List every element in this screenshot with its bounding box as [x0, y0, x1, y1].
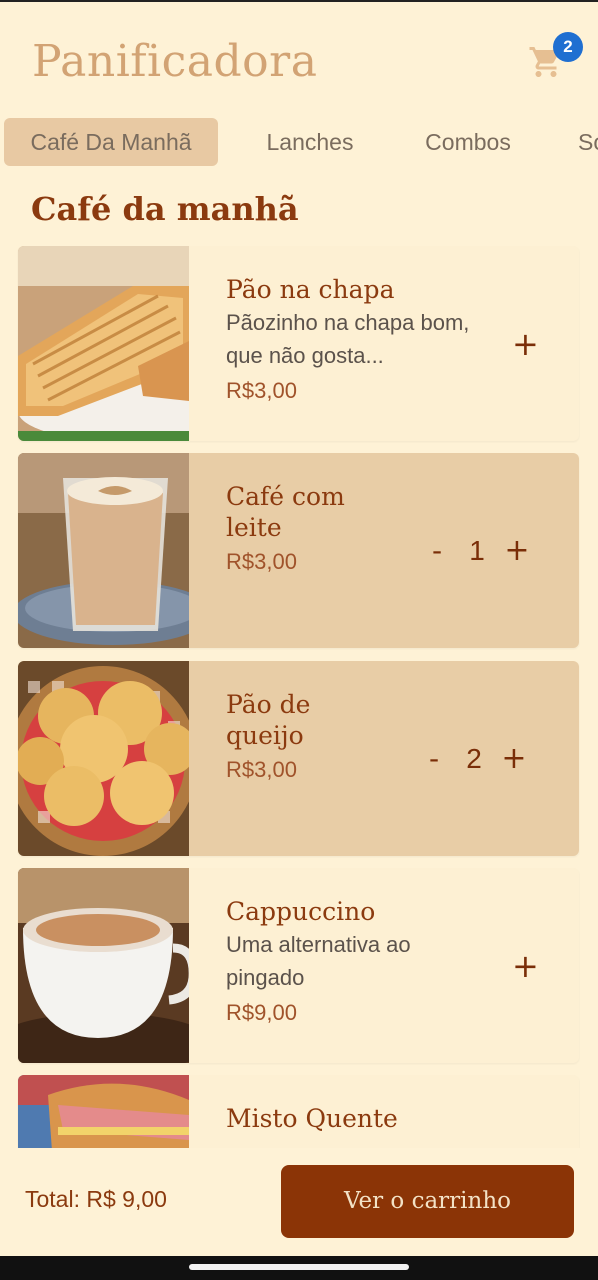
tab-cafe-da-manha[interactable]: Café Da Manhã — [4, 118, 218, 166]
decrement-button[interactable]: - — [423, 741, 445, 777]
cappuccino-image — [18, 868, 189, 1063]
product-card[interactable]: Misto Quente — [18, 1075, 579, 1148]
product-name: Pão na chapa — [226, 275, 395, 304]
product-name: Pão de queijo — [226, 690, 311, 750]
add-button[interactable]: + — [512, 326, 539, 362]
tab-sobremesas[interactable]: Sobremesas — [560, 118, 598, 166]
toast-image — [18, 246, 189, 441]
add-button[interactable]: + — [512, 948, 539, 984]
category-tabs: Café Da Manhã Lanches Combos Sobremesas — [0, 116, 598, 168]
product-description: Uma alternativa ao pingado — [226, 932, 411, 990]
product-price: R$9,00 — [226, 1000, 297, 1025]
product-description: Pãozinho na chapa bom, que não gosta... — [226, 310, 470, 368]
product-card[interactable]: Pão na chapa Pãozinho na chapa bom, que … — [18, 246, 579, 441]
cheese-bread-image — [18, 661, 189, 856]
decrement-button[interactable]: - — [426, 533, 448, 569]
app-title: Panificadora — [32, 36, 318, 87]
increment-button[interactable]: + — [504, 533, 530, 569]
tab-combos[interactable]: Combos — [398, 118, 538, 166]
section-title: Café da manhã — [31, 190, 299, 228]
product-name: Misto Quente — [226, 1104, 398, 1133]
grilled-sandwich-image — [18, 1075, 189, 1148]
app-screen: Panificadora 2 Café Da Manhã Lanches Com… — [0, 0, 598, 1256]
cart-button[interactable]: 2 — [528, 32, 583, 86]
home-indicator[interactable] — [189, 1264, 409, 1270]
quantity-value: 2 — [466, 743, 482, 774]
status-bar — [0, 0, 598, 2]
product-list: Pão na chapa Pãozinho na chapa bom, que … — [0, 246, 598, 1148]
product-price: R$3,00 — [226, 378, 297, 403]
order-total: Total: R$ 9,00 — [25, 1186, 167, 1212]
product-card[interactable]: Café com leite R$3,00 - 1 + — [18, 453, 579, 648]
increment-button[interactable]: + — [501, 741, 527, 777]
product-info: Misto Quente — [226, 1103, 481, 1134]
product-info: Cappuccino Uma alternativa ao pingado R$… — [226, 896, 481, 1029]
product-name: Cappuccino — [226, 897, 376, 926]
coffee-latte-image — [18, 453, 189, 648]
checkout-bar: Total: R$ 9,00 Ver o carrinho — [0, 1148, 598, 1256]
product-info: Pão na chapa Pãozinho na chapa bom, que … — [226, 274, 481, 407]
cart-count-badge: 2 — [553, 32, 583, 62]
product-card[interactable]: Pão de queijo R$3,00 - 2 + — [18, 661, 579, 856]
quantity-value: 1 — [469, 535, 485, 566]
product-card[interactable]: Cappuccino Uma alternativa ao pingado R$… — [18, 868, 579, 1063]
product-name: Café com leite — [226, 482, 345, 542]
view-cart-button[interactable]: Ver o carrinho — [281, 1165, 574, 1238]
tab-lanches[interactable]: Lanches — [236, 118, 384, 166]
